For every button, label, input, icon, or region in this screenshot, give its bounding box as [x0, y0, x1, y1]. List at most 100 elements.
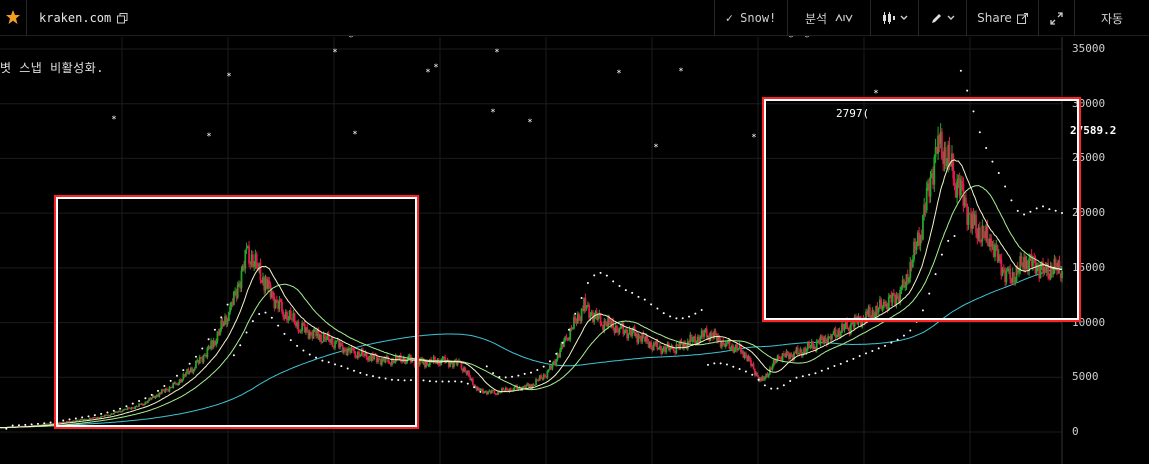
- candle-body: [665, 347, 668, 352]
- candle-body: [771, 365, 774, 370]
- sar-dot: [574, 312, 577, 315]
- sar-dot: [865, 352, 868, 355]
- sar-dot: [744, 370, 747, 373]
- sar-dot: [473, 386, 476, 389]
- candle-body: [831, 334, 833, 340]
- sar-dot: [662, 312, 665, 315]
- sar-dot: [669, 315, 672, 318]
- snowflake: *: [226, 72, 231, 82]
- sar-dot: [631, 291, 634, 294]
- candle-body: [427, 365, 430, 367]
- candle-body: [546, 371, 549, 378]
- snowflake: *: [527, 118, 532, 128]
- sar-dot: [966, 89, 969, 92]
- sar-dot: [725, 363, 728, 366]
- candle-body: [533, 384, 536, 386]
- sar-dot: [593, 274, 596, 277]
- sar-dot: [795, 376, 798, 379]
- snowflake: *: [206, 132, 211, 142]
- candle-body: [790, 353, 793, 356]
- candle-body: [493, 389, 496, 394]
- candle-body: [752, 363, 755, 369]
- drawing-menu[interactable]: [918, 0, 966, 36]
- share-button[interactable]: Share: [966, 0, 1038, 36]
- sar-dot: [643, 298, 646, 301]
- candle-body: [832, 333, 835, 335]
- candle-body: [585, 306, 588, 309]
- star-icon: [5, 9, 21, 28]
- sar-dot: [561, 341, 564, 344]
- chart-type-menu[interactable]: [870, 0, 918, 36]
- sar-dot: [858, 355, 861, 358]
- candle-body: [509, 388, 512, 391]
- candle-body: [756, 372, 759, 377]
- highlight-box-2017-cycle: [54, 195, 419, 429]
- candle-body: [616, 325, 618, 331]
- candle-body: [834, 328, 837, 338]
- sar-dot: [656, 307, 659, 310]
- candle-body: [441, 358, 444, 360]
- sar-dot: [5, 427, 8, 430]
- fullscreen-button[interactable]: [1038, 0, 1074, 36]
- indicator-icon: [835, 13, 853, 23]
- favorite-button[interactable]: [0, 0, 26, 36]
- candle-body: [571, 328, 574, 330]
- candle-body: [597, 315, 599, 320]
- candle-body: [540, 375, 543, 378]
- snow-toggle[interactable]: ✓ Snow!: [714, 0, 787, 36]
- sar-dot: [789, 380, 792, 383]
- candle-body: [471, 378, 474, 385]
- sar-dot: [732, 365, 735, 368]
- sar-dot: [24, 423, 27, 426]
- sar-dot: [428, 380, 431, 383]
- sar-dot: [485, 365, 488, 368]
- candle-body: [691, 339, 694, 342]
- y-axis-tick-label: 20000: [1072, 206, 1106, 220]
- sar-dot: [814, 372, 817, 375]
- candle-body: [426, 361, 429, 366]
- sar-dot: [890, 341, 893, 344]
- candle-body: [767, 373, 770, 377]
- sar-dot: [447, 380, 450, 383]
- snowflake: *: [788, 36, 793, 43]
- sar-dot: [763, 384, 766, 387]
- candle-body: [513, 386, 516, 389]
- sar-dot: [517, 374, 520, 377]
- candle-body: [631, 330, 634, 336]
- candle-body: [748, 356, 751, 360]
- candle-body: [675, 344, 678, 354]
- candle-body: [638, 335, 641, 339]
- sar-dot: [11, 424, 14, 427]
- snowflake: *: [348, 36, 353, 43]
- sar-dot: [707, 363, 709, 366]
- candle-body: [547, 369, 550, 372]
- candle-body: [618, 328, 621, 333]
- symbol-selector[interactable]: kraken.com: [26, 0, 140, 36]
- sar-dot: [757, 378, 760, 381]
- sar-dot: [959, 69, 962, 72]
- snowflake: *: [494, 48, 499, 58]
- candle-body: [657, 347, 660, 350]
- sar-dot: [542, 365, 545, 368]
- auto-scale-button[interactable]: 자동: [1074, 0, 1149, 36]
- expand-icon: [1050, 11, 1063, 25]
- sar-dot: [820, 369, 823, 372]
- y-axis-tick-label: 15000: [1072, 260, 1106, 274]
- sar-dot: [688, 315, 691, 318]
- candle-body: [661, 350, 664, 354]
- auto-label: 자동: [1100, 11, 1124, 26]
- candle-body: [452, 361, 455, 367]
- candle-body: [499, 392, 502, 394]
- sar-dot: [17, 424, 20, 427]
- candles-icon: [882, 12, 896, 24]
- sar-dot: [504, 376, 507, 379]
- sar-dot: [605, 274, 608, 277]
- candle-body: [777, 356, 780, 358]
- analysis-menu[interactable]: 분석: [787, 0, 870, 36]
- candle-body: [672, 349, 675, 351]
- sar-dot: [884, 344, 886, 347]
- top-toolbar: kraken.com ✓ Snow! 분석 Share 자동: [0, 0, 1149, 36]
- snowflake: *: [433, 63, 438, 73]
- snowflake: *: [616, 69, 621, 79]
- snowflake: *: [111, 115, 116, 125]
